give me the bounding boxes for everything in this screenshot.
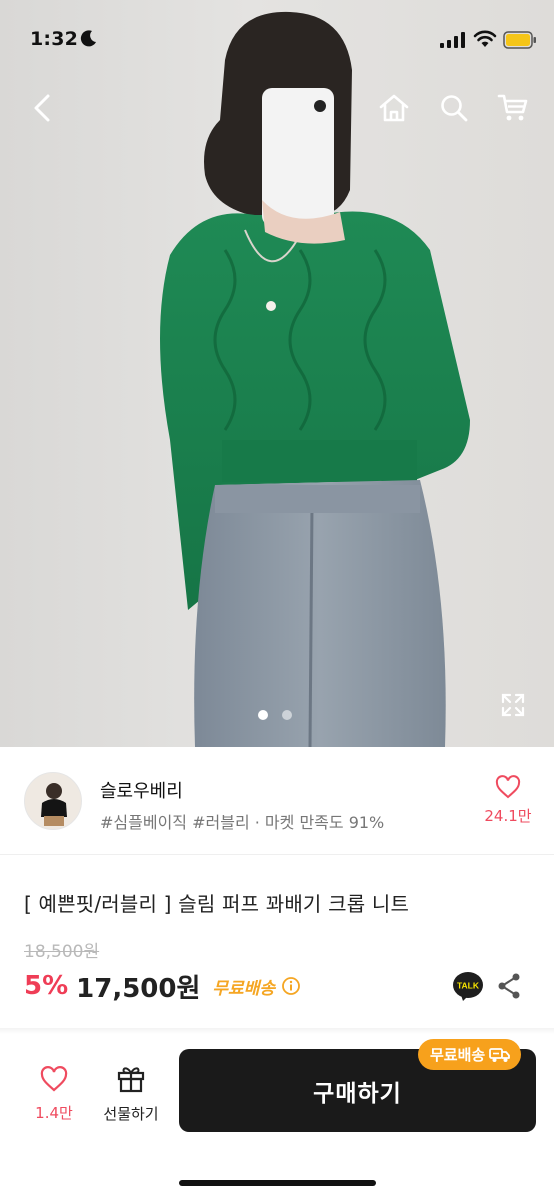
free-shipping-badge: 무료배송 xyxy=(418,1039,522,1070)
discount-rate: 5% xyxy=(24,971,69,1001)
status-time: 1:32 xyxy=(30,28,79,50)
home-indicator xyxy=(179,1180,376,1186)
free-shipping-label: 무료배송 xyxy=(212,978,275,999)
product-like-button[interactable]: 1.4만 xyxy=(28,1066,80,1123)
home-icon xyxy=(379,94,409,122)
cart-button[interactable] xyxy=(493,88,533,128)
sale-price: 17,500원 xyxy=(76,973,201,1004)
cart-icon xyxy=(497,94,528,121)
search-button[interactable] xyxy=(434,88,474,128)
product-image-gallery[interactable]: 1:32 xyxy=(0,0,554,747)
delivery-truck-icon xyxy=(489,1047,511,1062)
gallery-page-indicator xyxy=(258,710,292,720)
product-title: [ 예쁜핏/러블리 ] 슬림 퍼프 꽈배기 크롭 니트 xyxy=(24,892,410,916)
info-icon[interactable] xyxy=(281,976,301,996)
fullscreen-expand-icon[interactable] xyxy=(500,692,526,718)
share-icon[interactable] xyxy=(496,972,522,1000)
gallery-dot xyxy=(282,710,292,720)
home-button[interactable] xyxy=(374,88,414,128)
gallery-dot-active xyxy=(258,710,268,720)
price-row: 5% 17,500원 무료배송 xyxy=(24,966,301,1006)
search-icon xyxy=(441,95,468,122)
shop-info-row[interactable]: 슬로우베리 #심플베이직 #러블리 · 마켓 만족도 91% 24.1만 xyxy=(0,747,554,855)
kakao-talk-icon[interactable]: TALK xyxy=(452,970,484,1002)
shop-like-count: 24.1만 xyxy=(484,807,532,825)
shop-avatar[interactable] xyxy=(24,772,82,830)
heart-outline-icon xyxy=(40,1066,68,1092)
original-price: 18,500원 xyxy=(24,942,100,962)
cellular-signal-icon xyxy=(440,32,465,48)
gift-label: 선물하기 xyxy=(103,1105,159,1123)
back-button[interactable] xyxy=(22,88,62,128)
heart-outline-icon xyxy=(495,775,521,799)
gift-button[interactable]: 선물하기 xyxy=(96,1063,166,1124)
section-divider xyxy=(0,1028,554,1034)
wifi-icon xyxy=(473,30,497,47)
shop-like-button[interactable]: 24.1만 xyxy=(478,775,538,826)
shop-tags: #심플베이직 #러블리 · 마켓 만족도 91% xyxy=(100,813,385,832)
free-shipping-badge-label: 무료배송 xyxy=(430,1046,486,1064)
shop-avatar-image xyxy=(25,773,81,829)
moon-icon xyxy=(80,30,96,47)
chevron-left-icon xyxy=(34,94,50,122)
gift-icon xyxy=(117,1067,145,1093)
product-like-count: 1.4만 xyxy=(35,1104,73,1122)
talk-label: TALK xyxy=(457,981,480,991)
shop-name[interactable]: 슬로우베리 xyxy=(100,777,183,803)
status-bar: 1:32 xyxy=(0,0,554,80)
battery-icon xyxy=(503,31,536,49)
